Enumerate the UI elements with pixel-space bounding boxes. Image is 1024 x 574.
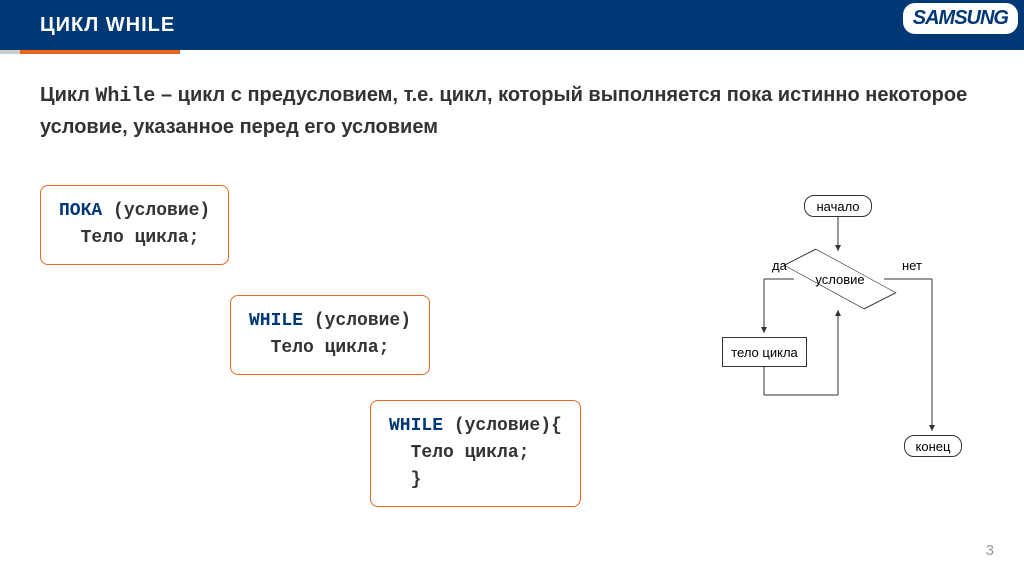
slide-content: Цикл While – цикл с предусловием, т.е. ц… [0, 50, 1024, 142]
code-box-while-simple: WHILE (условие) Тело цикла; [230, 295, 430, 375]
brand-text: SAMSUNG [913, 7, 1008, 29]
slide-title: ЦИКЛ WHILE [0, 14, 175, 37]
flowchart-start: начало [804, 195, 872, 217]
label-yes: да [772, 258, 787, 273]
desc-prefix: Цикл [40, 84, 95, 106]
brand-badge: SAMSUNG [903, 3, 1018, 34]
slide-header: ЦИКЛ WHILE SAMSUNG [0, 0, 1024, 50]
desc-rest: – цикл с предусловием, т.е. цикл, которы… [40, 84, 967, 138]
flowchart-end: конец [904, 435, 962, 457]
code-line-1: WHILE (условие) [249, 308, 411, 335]
page-number: 3 [986, 542, 994, 559]
code-line-2: Тело цикла; [389, 440, 562, 467]
cond: (условие) [102, 201, 210, 221]
kw: WHILE [249, 311, 303, 331]
flowchart-diagram: начало условие да нет тело цикла конец [704, 195, 974, 465]
code-line-1: WHILE (условие){ [389, 413, 562, 440]
flowchart-condition: условие [800, 255, 880, 303]
cond: (условие) [303, 311, 411, 331]
diamond-label: условие [800, 255, 880, 303]
kw: ПОКА [59, 201, 102, 221]
code-line-3: } [389, 467, 562, 494]
cond: (условие){ [443, 416, 562, 436]
code-line-2: Тело цикла; [59, 225, 210, 252]
code-box-while-braces: WHILE (условие){ Тело цикла; } [370, 400, 581, 507]
flowchart-arrows [704, 195, 974, 465]
flowchart-body: тело цикла [722, 337, 807, 367]
code-box-poka: ПОКА (условие) Тело цикла; [40, 185, 229, 265]
code-line-1: ПОКА (условие) [59, 198, 210, 225]
kw: WHILE [389, 416, 443, 436]
code-line-2: Тело цикла; [249, 335, 411, 362]
description-text: Цикл While – цикл с предусловием, т.е. ц… [40, 80, 984, 142]
desc-keyword: While [95, 85, 155, 108]
label-no: нет [902, 258, 922, 273]
